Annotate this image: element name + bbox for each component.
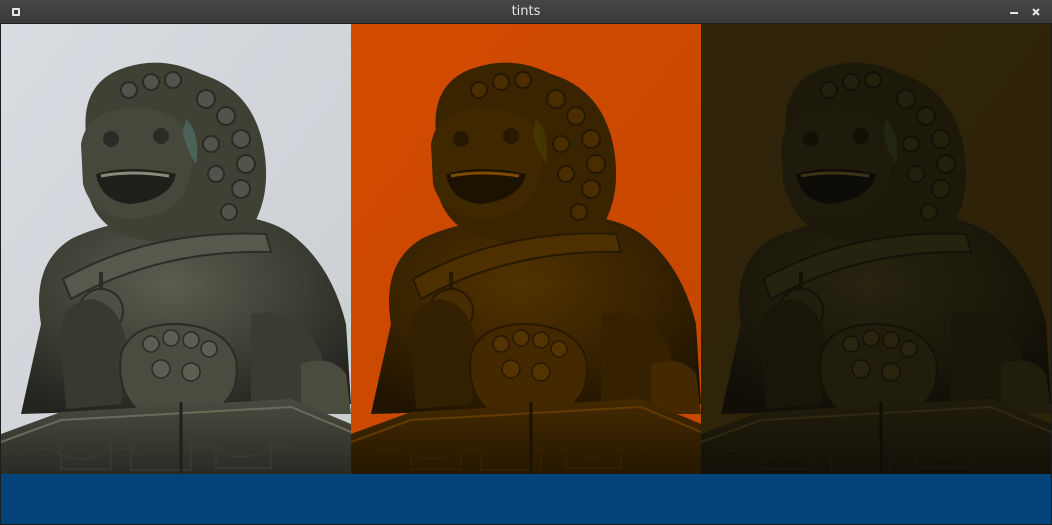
titlebar[interactable]: tints: [0, 0, 1052, 24]
orange-tint-image-panel: [351, 24, 701, 474]
close-icon[interactable]: [1028, 4, 1044, 20]
minimize-icon[interactable]: [1006, 4, 1022, 20]
app-window: tints: [0, 0, 1052, 525]
tint-preview-area: [1, 24, 1051, 474]
lion-statue-image: [701, 24, 1051, 474]
lion-statue-image: [1, 24, 351, 474]
original-image-panel: [1, 24, 351, 474]
window-title: tints: [511, 4, 541, 19]
bottom-color-bar: [1, 474, 1051, 524]
lion-statue-image: [351, 24, 701, 474]
olive-tint-image-panel: [701, 24, 1051, 474]
